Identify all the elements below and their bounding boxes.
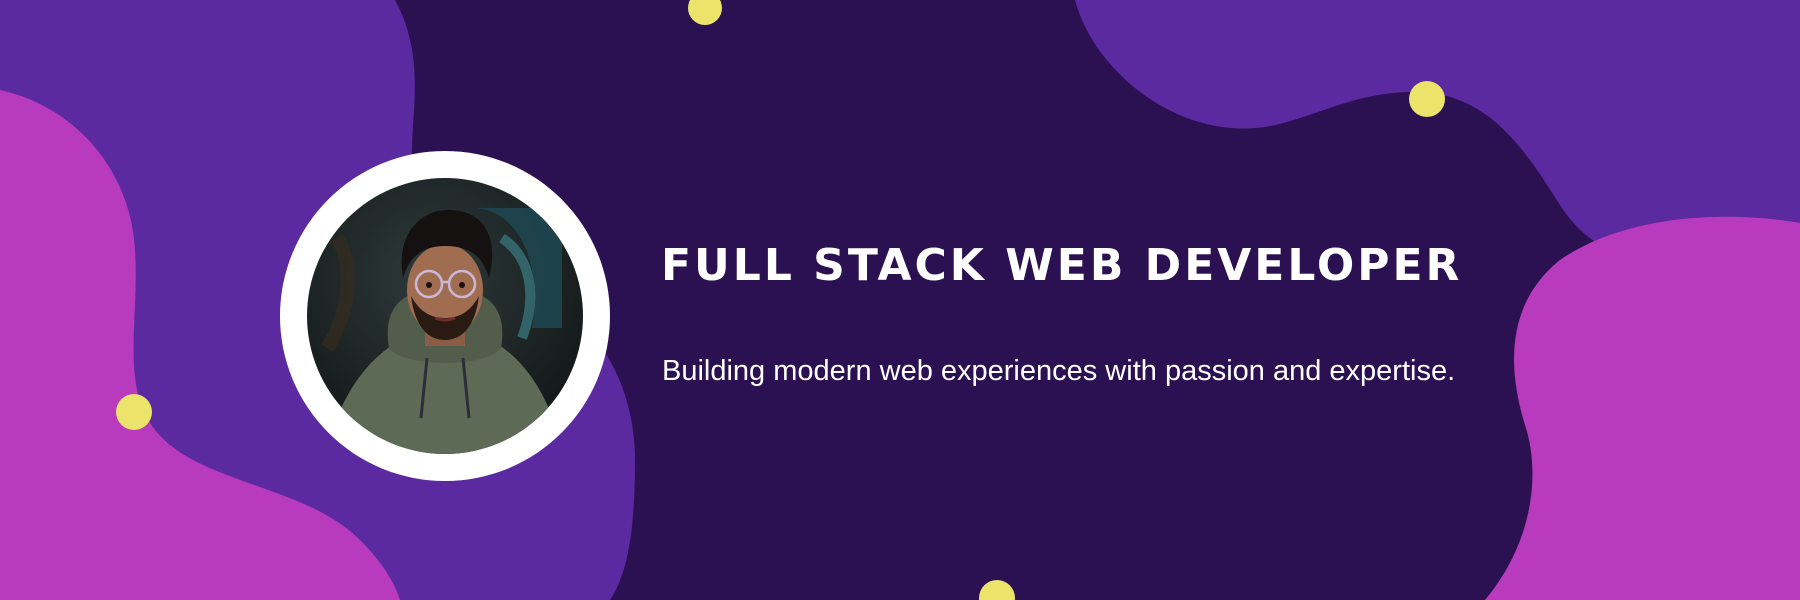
yellow-dot bbox=[688, 0, 722, 25]
page-title: FULL STACK WEB DEVELOPER bbox=[661, 240, 1463, 291]
hero-banner: FULL STACK WEB DEVELOPER Building modern… bbox=[0, 0, 1800, 600]
yellow-dot bbox=[979, 580, 1015, 600]
blob-magenta-right bbox=[1485, 216, 1800, 600]
yellow-dot bbox=[1409, 81, 1445, 117]
avatar bbox=[307, 178, 583, 454]
yellow-dot bbox=[116, 394, 152, 430]
background-shapes bbox=[0, 0, 1800, 600]
page-subtitle: Building modern web experiences with pas… bbox=[662, 355, 1456, 387]
avatar-ring bbox=[280, 151, 610, 481]
developer-portrait-icon bbox=[307, 178, 583, 454]
